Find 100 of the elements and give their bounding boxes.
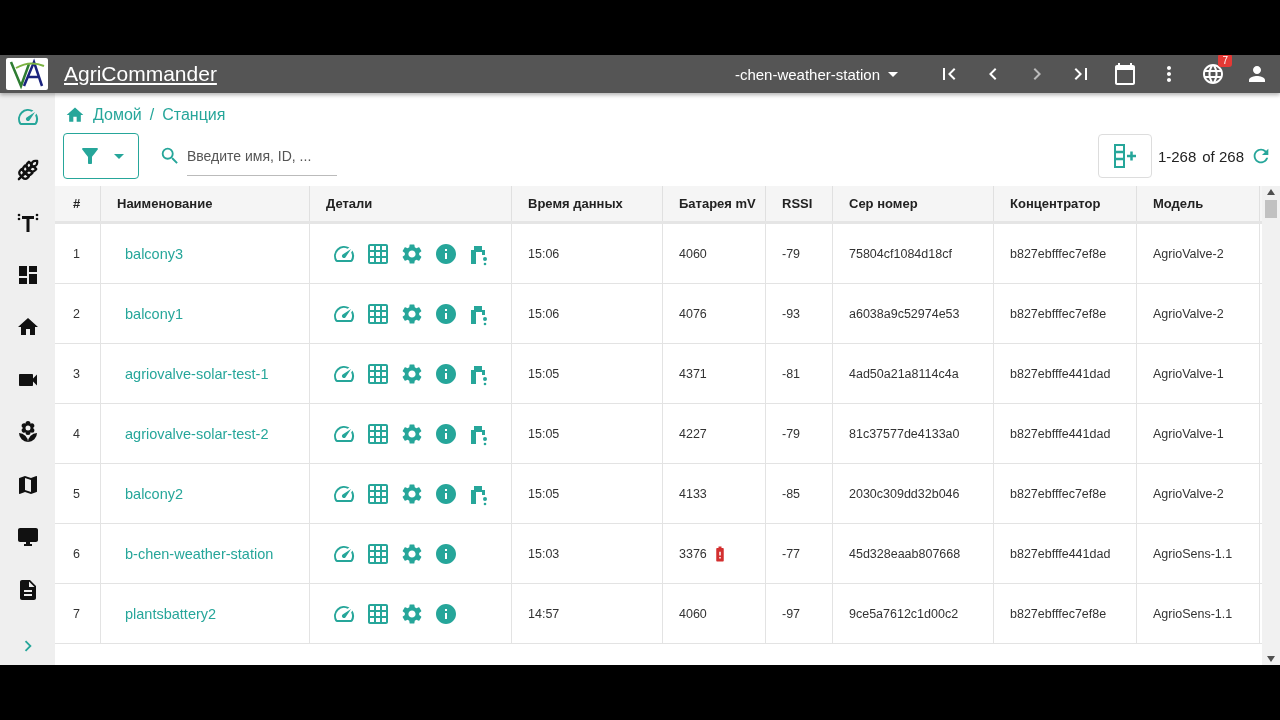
info-icon[interactable] [434, 481, 458, 506]
table-cell: AgrioValve-2 [1137, 464, 1260, 523]
info-icon[interactable] [434, 601, 458, 626]
calendar-icon[interactable] [1113, 62, 1137, 86]
grid-icon[interactable] [366, 361, 390, 386]
app-logo [6, 58, 48, 90]
table-cell: 5 [55, 464, 101, 523]
table-cell: AgrioValve-1 [1137, 404, 1260, 463]
table-cell: b827ebfffec7ef8e [994, 284, 1137, 343]
table-cell: -79 [766, 404, 833, 463]
search-icon [159, 145, 181, 167]
table-cell: a6038a9c52974e53 [833, 284, 994, 343]
caret-icon [888, 71, 898, 77]
settings-icon[interactable] [400, 301, 424, 326]
settings-icon[interactable] [400, 421, 424, 446]
table-cell: 14:57 [512, 584, 663, 643]
table-cell: -79 [766, 224, 833, 283]
grid-icon[interactable] [366, 481, 390, 506]
table-cell: b827ebfffe441dad [994, 524, 1137, 583]
globe-icon[interactable] [1201, 62, 1225, 86]
grid-icon[interactable] [366, 541, 390, 566]
column-header[interactable]: # [55, 186, 101, 221]
table-cell: 15:03 [512, 524, 663, 583]
app-title[interactable]: AgriCommander [64, 62, 217, 86]
column-header[interactable]: Модель [1137, 186, 1260, 221]
pagination-total: of 268 [1202, 147, 1244, 165]
info-icon[interactable] [434, 241, 458, 266]
table-cell: AgrioSens-1.1 [1137, 524, 1260, 583]
table-cell: 9ce5a7612c1d00c2 [833, 584, 994, 643]
table-cell: -77 [766, 524, 833, 583]
grid-icon[interactable] [366, 601, 390, 626]
table-cell: 45d328eaab807668 [833, 524, 994, 583]
grid-icon[interactable] [366, 421, 390, 446]
info-icon[interactable] [434, 361, 458, 386]
monitor-icon[interactable] [15, 525, 40, 549]
info-icon[interactable] [434, 301, 458, 326]
table-cell: 1 [55, 224, 101, 283]
pagination-range: 1-268 [1157, 147, 1197, 165]
settings-icon[interactable] [400, 541, 424, 566]
scroll-up-icon[interactable] [1267, 189, 1275, 195]
table-cell: 15:05 [512, 404, 663, 463]
table-cell: 2 [55, 284, 101, 343]
table-cell: 75804cf1084d18cf [833, 224, 994, 283]
scrollbar[interactable] [1262, 186, 1280, 665]
table-cell: b827ebfffec7ef8e [994, 464, 1137, 523]
table-cell: AgrioValve-2 [1137, 224, 1260, 283]
info-icon[interactable] [434, 541, 458, 566]
column-header[interactable]: Время данных [512, 186, 663, 221]
table-cell: 15:06 [512, 224, 663, 283]
table-cell: -81 [766, 344, 833, 403]
settings-icon[interactable] [400, 241, 424, 266]
table-cell: b827ebfffe441dad [994, 404, 1137, 463]
add-column-icon [1111, 143, 1138, 169]
table-cell: 4060 [679, 246, 707, 261]
table-cell: 3 [55, 344, 101, 403]
table-cell: b827ebfffec7ef8e [994, 224, 1137, 283]
table-cell: 4076 [679, 306, 707, 321]
table-cell: 81c37577de4133a0 [833, 404, 994, 463]
table-cell: 4371 [679, 366, 707, 381]
table-cell: b827ebfffe441dad [994, 344, 1137, 403]
caret-icon [114, 153, 124, 159]
table-cell: 4 [55, 404, 101, 463]
table-cell: 15:05 [512, 464, 663, 523]
table-cell: AgrioSens-1.1 [1137, 584, 1260, 643]
filter-button[interactable] [63, 133, 139, 179]
table-cell: 7 [55, 584, 101, 643]
column-header[interactable]: Детали [310, 186, 512, 221]
table-cell: AgrioValve-2 [1137, 284, 1260, 343]
column-header[interactable]: RSSI [766, 186, 833, 221]
scrollbar-thumb[interactable] [1265, 200, 1277, 218]
settings-icon[interactable] [400, 481, 424, 506]
add-column-button[interactable] [1097, 134, 1152, 178]
table-cell: 4133 [679, 486, 707, 501]
grid-icon[interactable] [366, 241, 390, 266]
wheat-icon[interactable] [15, 157, 40, 182]
table-cell: 6 [55, 524, 101, 583]
settings-icon[interactable] [400, 361, 424, 386]
table-cell: AgrioValve-1 [1137, 344, 1260, 403]
table-cell: -93 [766, 284, 833, 343]
table-cell: 15:05 [512, 344, 663, 403]
notification-badge: 7 [1218, 55, 1232, 67]
table-cell: -85 [766, 464, 833, 523]
column-header[interactable]: Сер номер [833, 186, 994, 221]
table-cell: b827ebfffec7ef8e [994, 584, 1137, 643]
table-cell: 4227 [679, 426, 707, 441]
table-cell: 4ad50a21a8114c4a [833, 344, 994, 403]
settings-icon[interactable] [400, 601, 424, 626]
station-selector[interactable]: -chen-weather-station [734, 65, 898, 83]
table-cell: 2030c309dd32b046 [833, 464, 994, 523]
scroll-down-icon[interactable] [1267, 656, 1275, 662]
table-cell: 15:06 [512, 284, 663, 343]
table-cell: 3376 [679, 546, 707, 561]
breadcrumb-separator: / [149, 106, 155, 124]
grid-icon[interactable] [366, 301, 390, 326]
column-header[interactable]: Батарея mV [663, 186, 766, 221]
table-cell: 4060 [679, 606, 707, 621]
column-header[interactable]: Концентратор [994, 186, 1137, 221]
column-header[interactable]: Наименование [101, 186, 310, 221]
info-icon[interactable] [434, 421, 458, 446]
table-cell: -97 [766, 584, 833, 643]
